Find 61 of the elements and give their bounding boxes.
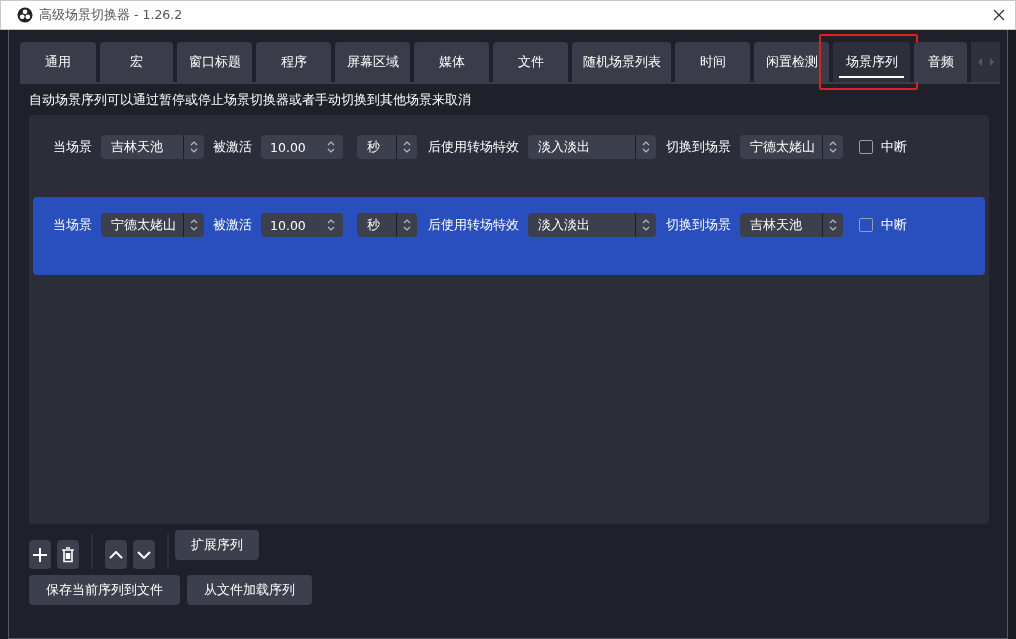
tab[interactable]: 音频 (914, 42, 967, 82)
window-title: 高级场景切换器 - 1.26.2 (39, 6, 183, 24)
load-sequence-button[interactable]: 从文件加载序列 (187, 575, 312, 605)
description-text: 自动场景序列可以通过暂停或停止场景切换器或者手动切换到其他场景来取消 (29, 92, 472, 109)
scene-dropdown[interactable]: 宁德太姥山 (101, 213, 204, 237)
trash-icon (61, 546, 75, 563)
unit-dropdown[interactable]: 秒 (357, 213, 417, 237)
updown-icon (642, 140, 650, 154)
checkbox-label: 中断 (881, 138, 907, 156)
sequence-row[interactable]: 当场景 吉林天池 被激活 10.00 秒 后使用转场特效 淡入淡出 切换到场景 宁德太姥山 中断 (33, 119, 985, 197)
tab[interactable]: 通用 (20, 42, 96, 82)
updown-icon (829, 218, 837, 232)
updown-icon (190, 218, 198, 232)
transition-dropdown[interactable]: 淡入淡出 (528, 135, 656, 159)
row-label: 后使用转场特效 (428, 138, 519, 156)
plus-icon (33, 547, 47, 562)
tab[interactable]: 闲置检测 (754, 42, 829, 82)
delete-button[interactable] (57, 540, 79, 569)
tab[interactable]: 窗口标题 (177, 42, 252, 82)
row-label: 切换到场景 (666, 138, 731, 156)
save-sequence-button[interactable]: 保存当前序列到文件 (29, 575, 180, 605)
move-up-button[interactable] (105, 540, 127, 569)
chevron-down-icon (137, 550, 151, 559)
interrupt-checkbox[interactable] (859, 140, 873, 154)
transition-dropdown[interactable]: 淡入淡出 (528, 213, 656, 237)
extend-sequence-button[interactable]: 扩展序列 (175, 530, 259, 560)
tab[interactable]: 媒体 (414, 42, 489, 82)
duration-field[interactable]: 10.00 (261, 135, 343, 159)
checkbox-label: 中断 (881, 216, 907, 234)
updown-icon (190, 140, 198, 154)
updown-icon (327, 218, 335, 232)
target-dropdown[interactable]: 吉林天池 (740, 213, 843, 237)
move-down-button[interactable] (133, 540, 155, 569)
updown-icon (403, 218, 411, 232)
target-dropdown[interactable]: 宁德太姥山 (740, 135, 843, 159)
tab[interactable]: 屏幕区域 (335, 42, 410, 82)
row-label: 当场景 (53, 138, 92, 156)
updown-icon (642, 218, 650, 232)
tab[interactable]: 文件 (493, 42, 568, 82)
close-icon[interactable] (993, 9, 1005, 21)
tab[interactable]: 时间 (675, 42, 750, 82)
duration-field[interactable]: 10.00 (261, 213, 343, 237)
updown-icon (829, 140, 837, 154)
tab[interactable]: 场景序列 (833, 42, 910, 82)
unit-dropdown[interactable]: 秒 (357, 135, 417, 159)
row-label: 切换到场景 (666, 216, 731, 234)
row-label: 后使用转场特效 (428, 216, 519, 234)
tab[interactable]: 宏 (100, 42, 173, 82)
row-label: 被激活 (213, 216, 252, 234)
sequence-row[interactable]: 当场景 宁德太姥山 被激活 10.00 秒 后使用转场特效 淡入淡出 切换到场景 吉林天池 中断 (33, 197, 985, 275)
tab[interactable]: 随机场景列表 (572, 42, 671, 82)
updown-icon (327, 140, 335, 154)
chevron-up-icon (109, 550, 123, 559)
updown-icon (403, 140, 411, 154)
row-label: 被激活 (213, 138, 252, 156)
tab[interactable]: 程序 (256, 42, 331, 82)
app-logo-icon (17, 7, 33, 23)
interrupt-checkbox[interactable] (859, 218, 873, 232)
scene-dropdown[interactable]: 吉林天池 (101, 135, 204, 159)
row-label: 当场景 (53, 216, 92, 234)
add-button[interactable] (29, 540, 51, 569)
